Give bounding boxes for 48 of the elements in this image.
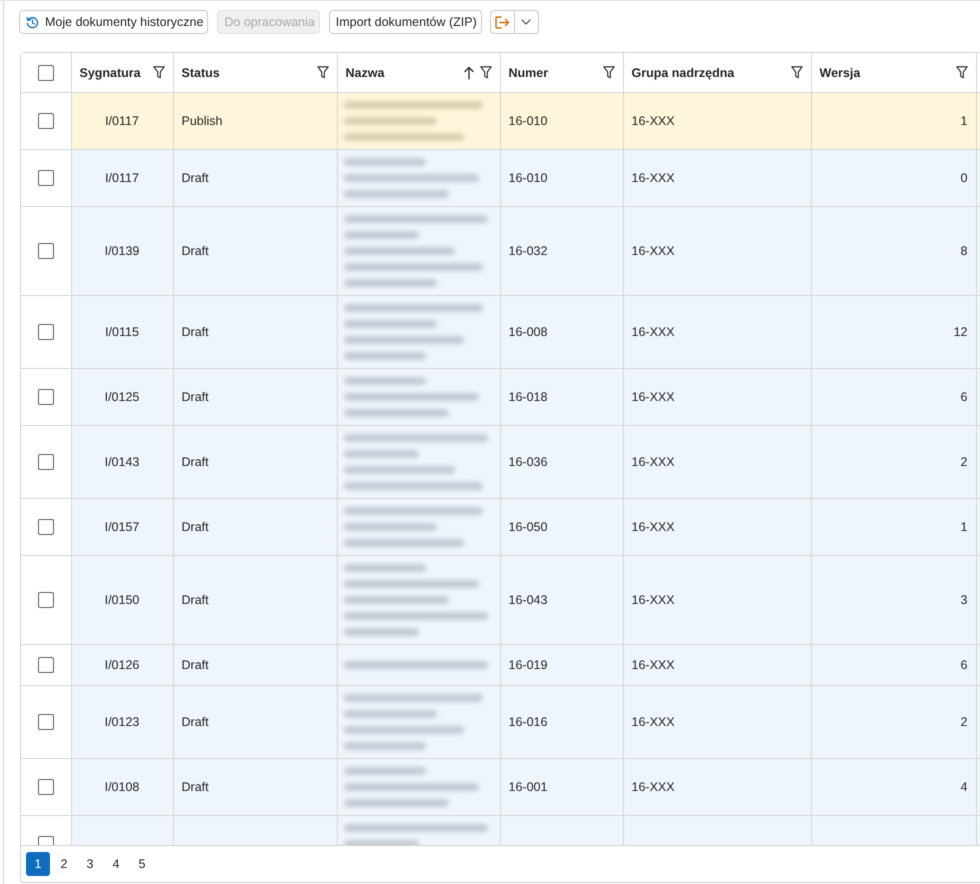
row-checkbox[interactable]	[38, 779, 54, 795]
column-header[interactable]: Nazwa	[337, 53, 500, 92]
filter-icon[interactable]	[956, 66, 968, 79]
filter-icon[interactable]	[152, 66, 164, 79]
filter-icon[interactable]	[790, 66, 802, 79]
page-button[interactable]: 3	[78, 852, 102, 876]
table-row[interactable]: I/0157 Draft 16-050 16-XXX 1	[21, 498, 980, 556]
column-header[interactable]: Numer	[500, 53, 623, 92]
table-row[interactable]: I/0126 Draft 16-019 16-XXX 6	[21, 644, 980, 686]
table-row[interactable]: I/0139 Draft 16-032 16-XXX 8	[21, 206, 980, 296]
select-all-checkbox[interactable]	[38, 64, 54, 80]
table-row[interactable]: I/0117 Draft 16-010 16-XXX 0	[21, 150, 980, 206]
row-checkbox[interactable]	[38, 454, 54, 470]
table-row[interactable]: I/0125 Draft 16-018 16-XXX 6	[21, 368, 980, 426]
filter-icon[interactable]	[316, 66, 328, 79]
toolbar-button[interactable]: Moje dokumenty historyczne	[19, 10, 208, 34]
page-button[interactable]: 1	[26, 852, 50, 876]
action-button[interactable]	[490, 10, 515, 34]
row-checkbox[interactable]	[38, 113, 54, 129]
column-header[interactable]: Grupa nadrzędna	[623, 53, 811, 92]
history-icon	[26, 16, 39, 28]
row-checkbox[interactable]	[38, 243, 54, 259]
row-checkbox[interactable]	[38, 714, 54, 730]
table-row[interactable]: I/0108 Draft 16-001 16-XXX 4	[21, 758, 980, 816]
table-row[interactable]: I/0143 Draft 16-036 16-XXX 2	[21, 426, 980, 498]
filter-icon[interactable]	[602, 66, 614, 79]
table-row[interactable]: I/0115 Draft 16-008 16-XXX 12	[21, 296, 980, 368]
column-header[interactable]: Sygnatura	[71, 53, 173, 92]
column-header[interactable]: Status	[173, 53, 337, 92]
row-checkbox[interactable]	[38, 170, 54, 186]
table-row[interactable]: I/0150 Draft 16-043 16-XXX 3	[21, 556, 980, 644]
dropdown-button[interactable]	[514, 10, 539, 34]
table-row[interactable]: I/0123 Draft 16-016 16-XXX 2	[21, 686, 980, 758]
row-checkbox[interactable]	[38, 657, 54, 673]
toolbar-button[interactable]: Import dokumentów (ZIP)	[328, 10, 482, 34]
arrow-out-of-box-icon	[494, 16, 510, 28]
filter-icon[interactable]	[480, 66, 492, 79]
column-header[interactable]: Wersja	[811, 53, 976, 92]
sort-up-arrow-icon[interactable]	[464, 66, 474, 80]
page-button[interactable]: 4	[104, 852, 128, 876]
row-checkbox[interactable]	[38, 389, 54, 405]
row-checkbox[interactable]	[38, 519, 54, 535]
chevron-down-icon	[521, 19, 532, 25]
page-button[interactable]: 5	[130, 852, 154, 876]
row-checkbox[interactable]	[38, 592, 54, 608]
page-button[interactable]: 2	[52, 852, 76, 876]
table-row[interactable]: I/0117 Publish 16-010 16-XXX 1	[21, 92, 980, 150]
row-checkbox[interactable]	[38, 324, 54, 340]
